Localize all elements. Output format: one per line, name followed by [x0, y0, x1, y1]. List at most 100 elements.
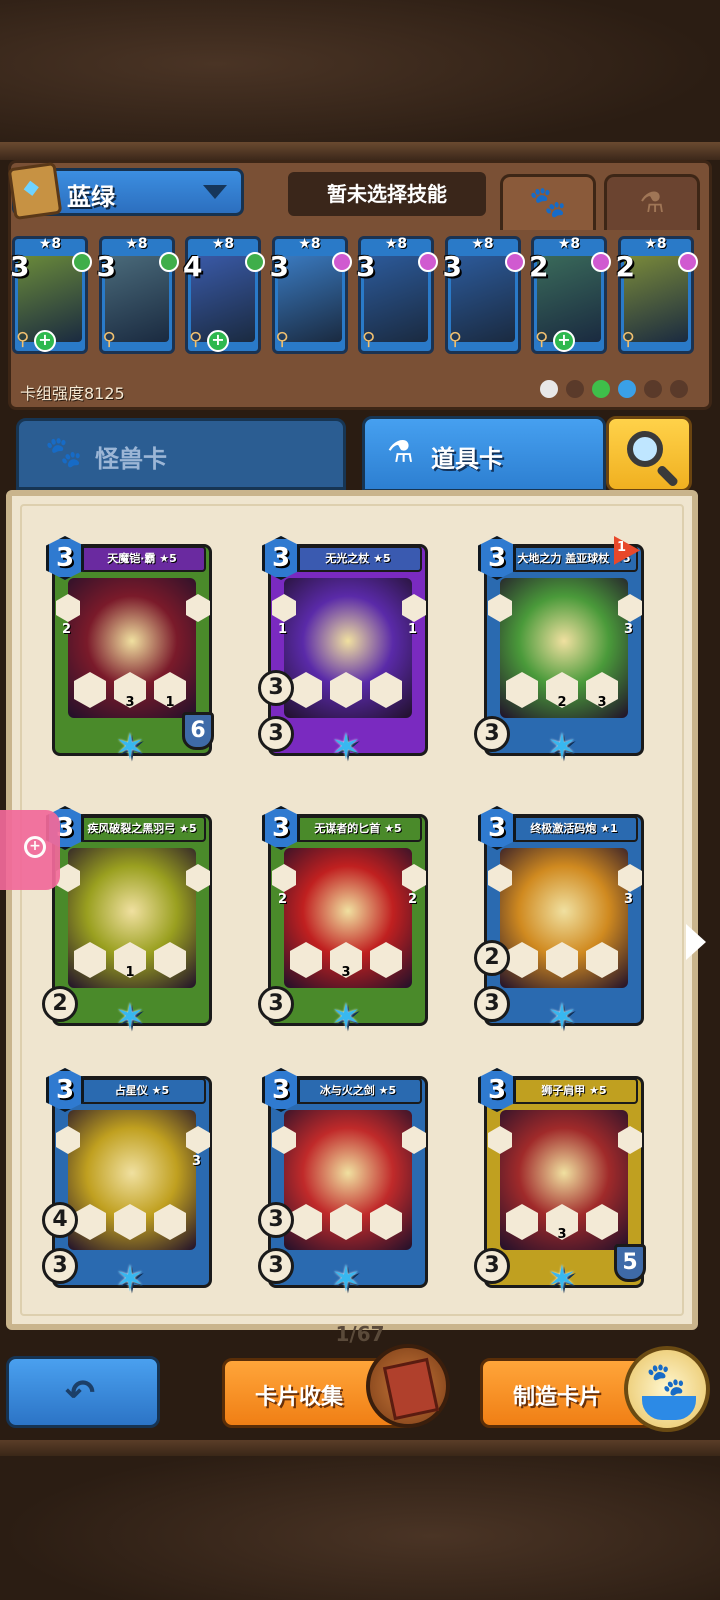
card-stat-bottom: 3 [258, 1248, 294, 1284]
ability-icon: 1 [114, 942, 146, 978]
card-collection-icon[interactable] [366, 1344, 450, 1428]
search-button[interactable] [606, 416, 692, 492]
deck-card[interactable]: ★8 3 ⚲ [96, 236, 179, 354]
potion-icon: ⚗ [387, 435, 414, 470]
card-left-value: 1 [278, 622, 288, 637]
deck-card[interactable]: ★8 3 ⚲ [356, 236, 438, 354]
rod-icon: ⚲ [448, 329, 462, 350]
ability-icon [290, 1204, 322, 1240]
deck-card-cost: 3 [269, 250, 289, 283]
item-card[interactable]: 天魔铠·霸 ★5 3 2 3 1 ✶ 6 [46, 536, 214, 768]
ability-icon [506, 1204, 538, 1240]
card-stat-top: 3 [258, 1202, 294, 1238]
deck-card-cost: 3 [96, 250, 116, 283]
card-ability-row: 2 3 [506, 672, 626, 712]
card-stat-bottom: 3 [474, 1248, 510, 1284]
potion-icon: ⚗ [639, 186, 665, 219]
search-icon-handle [655, 464, 680, 488]
ability-icon [114, 1204, 146, 1240]
element-filter-icon[interactable] [540, 380, 558, 398]
ability-icon [506, 672, 538, 708]
deck-card[interactable]: ★8 3 ⚲ + [10, 236, 92, 354]
tab-item-deck[interactable]: ⚗ [604, 174, 700, 230]
card-collection-label: 卡片收集 [255, 1385, 344, 1410]
ability-icon [74, 672, 106, 708]
card-name: 无谋者的匕首 ★5 [294, 816, 422, 842]
deck-card[interactable]: ★8 2 ⚲ [616, 236, 698, 354]
item-card[interactable]: 疾风破裂之黑羽弓 ★5 3 1 ✶ 2 [42, 806, 214, 1038]
skill-selector[interactable]: 暂未选择技能 [288, 172, 486, 216]
star-icon: ✶ [114, 727, 146, 768]
ability-icon [586, 1204, 618, 1240]
element-icon [331, 252, 352, 272]
ability-icon [74, 1204, 106, 1240]
card-ability-row: 3 [506, 1204, 626, 1244]
deck-card[interactable]: ★8 3 ⚲ [269, 236, 352, 354]
card-name: 狮子肩甲 ★5 [510, 1078, 638, 1104]
element-icon [504, 252, 525, 272]
card-stat-bottom: 2 [42, 986, 78, 1022]
item-card[interactable]: 狮子肩甲 ★5 3 3 ✶ 35 [474, 1068, 646, 1300]
deck-strength: 卡组强度8125 [20, 384, 125, 403]
tab-item-cards[interactable]: ⚗ 道具卡 [362, 416, 606, 492]
star-icon: ✶ [114, 997, 146, 1038]
chevron-down-icon [203, 185, 227, 199]
rod-icon: ⚲ [102, 329, 116, 350]
element-filter-icon[interactable] [618, 380, 636, 398]
star-icon: ✶ [546, 1259, 578, 1300]
star-icon: ✶ [330, 727, 362, 768]
tab-monster-label: 怪兽卡 [95, 445, 167, 473]
card-name: 冰与火之剑 ★5 [294, 1078, 422, 1104]
paw-icon: 🐾 [45, 435, 83, 470]
card-stat-top: 3 [258, 670, 294, 706]
rod-icon: ⚲ [362, 329, 376, 350]
tab-monster-deck[interactable]: 🐾 [500, 174, 596, 230]
element-icon [72, 252, 92, 272]
zoom-button[interactable]: + [0, 810, 60, 890]
card-ability-row: 3 [290, 942, 410, 982]
ability-icon [586, 942, 618, 978]
element-icon [158, 252, 179, 272]
item-card[interactable]: 终极激活码炮 ★1 3 3 ✶ 23 [474, 806, 646, 1038]
card-name: 占星仪 ★5 [78, 1078, 206, 1104]
ability-icon: 3 [114, 672, 146, 708]
deck-selector[interactable]: 蓝绿 [7, 161, 244, 221]
element-filter-icon[interactable] [670, 380, 688, 398]
ability-icon [506, 942, 538, 978]
card-stat-bottom: 3 [42, 1248, 78, 1284]
star-icon: ✶ [546, 997, 578, 1038]
card-right-value: 3 [624, 892, 634, 907]
deck-book-icon [7, 161, 63, 221]
element-filter-icon[interactable] [592, 380, 610, 398]
star-icon: ✶ [330, 997, 362, 1038]
craft-card-icon[interactable]: 🐾 [624, 1346, 710, 1432]
ability-icon [370, 942, 402, 978]
deck-card[interactable]: ★8 2 ⚲ + [529, 236, 611, 354]
element-filter-icon[interactable] [566, 380, 584, 398]
item-card[interactable]: 无光之杖 ★5 3 1 1 ✶ 33 [258, 536, 430, 768]
tab-monster-cards[interactable]: 🐾 怪兽卡 [16, 418, 346, 490]
item-card[interactable]: 冰与火之剑 ★5 3 ✶ 33 [258, 1068, 430, 1300]
item-card[interactable]: 大地之力 盖亚球杖 ★5 3 3 2 3 ✶ 31 [474, 536, 646, 768]
card-stat-bottom: 3 [474, 716, 510, 752]
back-arrow-icon: ↶ [65, 1373, 96, 1414]
deck-card[interactable]: ★8 4 ⚲ + [183, 236, 265, 354]
ability-icon [290, 672, 322, 708]
next-page-arrow-icon[interactable] [686, 924, 706, 960]
card-stat-top: 2 [474, 940, 510, 976]
item-card[interactable]: 占星仪 ★5 3 3 ✶ 43 [42, 1068, 214, 1300]
card-name: 疾风破裂之黑羽弓 ★5 [78, 816, 206, 842]
rod-icon: ⚲ [275, 329, 289, 350]
ability-icon: 3 [546, 1204, 578, 1240]
item-card[interactable]: 无谋者的匕首 ★5 3 2 2 3 ✶ 3 [258, 806, 430, 1038]
card-ability-row [506, 942, 626, 982]
card-stat-bottom: 3 [258, 716, 294, 752]
card-ability-row [290, 672, 410, 712]
deck-card[interactable]: ★8 3 ⚲ [443, 236, 525, 354]
star-icon: ✶ [330, 1259, 362, 1300]
element-filter-icon[interactable] [644, 380, 662, 398]
back-button[interactable]: ↶ [6, 1356, 160, 1428]
potion-liquid [642, 1396, 696, 1420]
ability-icon: 3 [586, 672, 618, 708]
ability-icon [330, 672, 362, 708]
